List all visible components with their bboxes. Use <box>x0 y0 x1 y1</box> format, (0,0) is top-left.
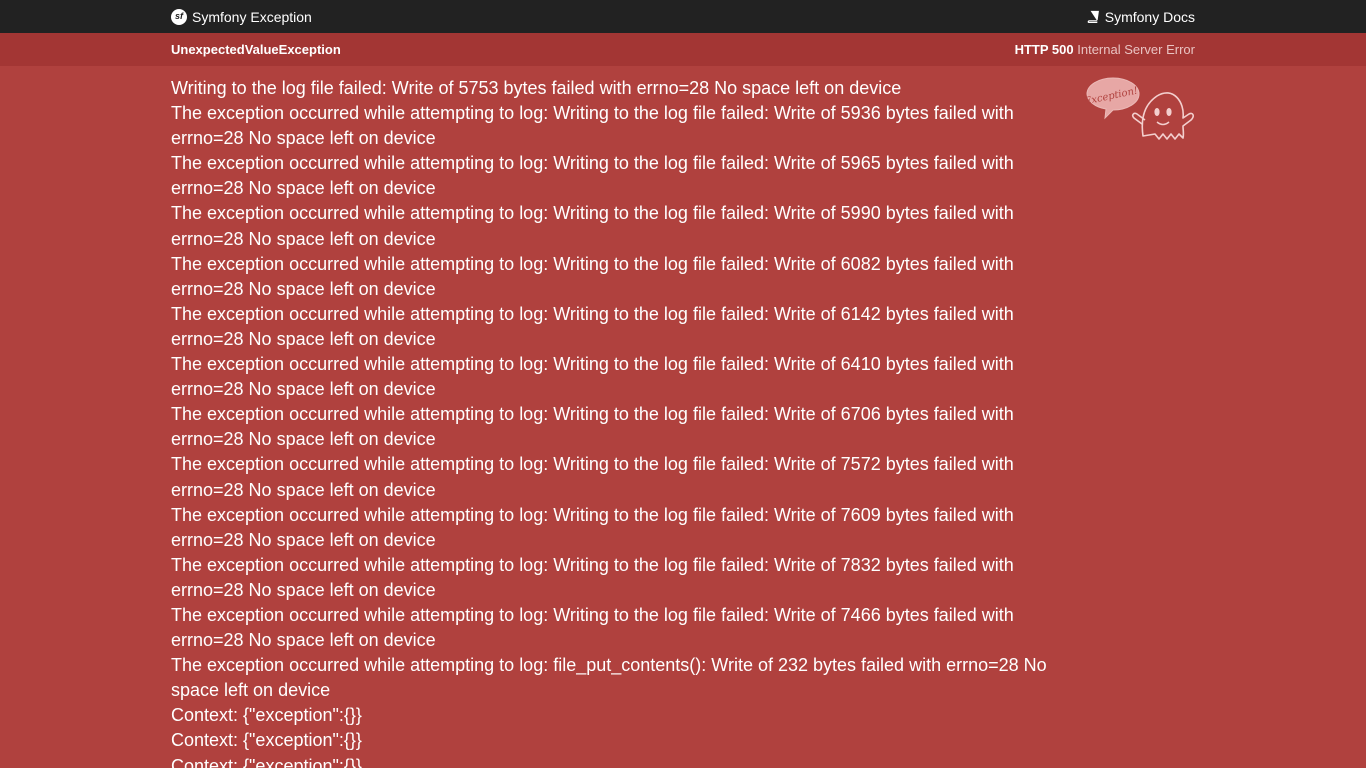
exception-ghost-illustration: Exception! <box>1083 77 1194 140</box>
exception-message-area: Writing to the log file failed: Write of… <box>0 66 1366 768</box>
message-line: The exception occurred while attempting … <box>171 454 1014 500</box>
message-line: The exception occurred while attempting … <box>171 153 1014 199</box>
brand-label: Symfony Exception <box>192 8 312 25</box>
message-line: Context: {"exception":{}} <box>171 705 362 726</box>
exception-header-bar: UnexpectedValueException HTTP 500 Intern… <box>0 33 1366 66</box>
status-code: HTTP 500 <box>1014 42 1074 57</box>
exception-message: Writing to the log file failed: Write of… <box>171 76 1051 768</box>
symfony-logo-icon: sf <box>171 8 187 25</box>
message-line: The exception occurred while attempting … <box>171 354 1014 400</box>
message-line: The exception occurred while attempting … <box>171 604 1014 651</box>
message-line: The exception occurred while attempting … <box>171 203 1014 249</box>
message-line: The exception occurred while attempting … <box>171 655 1047 701</box>
message-line: The exception occurred while attempting … <box>171 103 1014 149</box>
status-text: Internal Server Error <box>1077 42 1195 57</box>
message-line: The exception occurred while attempting … <box>171 504 1014 550</box>
http-status: HTTP 500 Internal Server Error <box>1015 42 1195 57</box>
top-navbar: sf Symfony Exception Symfony Docs <box>0 0 1366 33</box>
message-line: The exception occurred while attempting … <box>171 303 1014 349</box>
message-line: The exception occurred while attempting … <box>171 253 1014 299</box>
book-icon <box>1087 10 1099 23</box>
exception-class-name: UnexpectedValueException <box>171 42 341 57</box>
message-line: The exception occurred while attempting … <box>171 404 1014 450</box>
message-line: Context: {"exception":{}} <box>171 755 362 768</box>
message-line: The exception occurred while attempting … <box>171 554 1014 600</box>
docs-label: Symfony Docs <box>1104 8 1195 25</box>
message-line: Writing to the log file failed: Write of… <box>171 78 902 98</box>
symfony-docs-link[interactable]: Symfony Docs <box>1087 9 1195 25</box>
ghost-icon <box>1141 92 1194 140</box>
message-line: Context: {"exception":{}} <box>171 730 362 751</box>
symfony-exception-brand-link[interactable]: sf Symfony Exception <box>171 8 312 25</box>
